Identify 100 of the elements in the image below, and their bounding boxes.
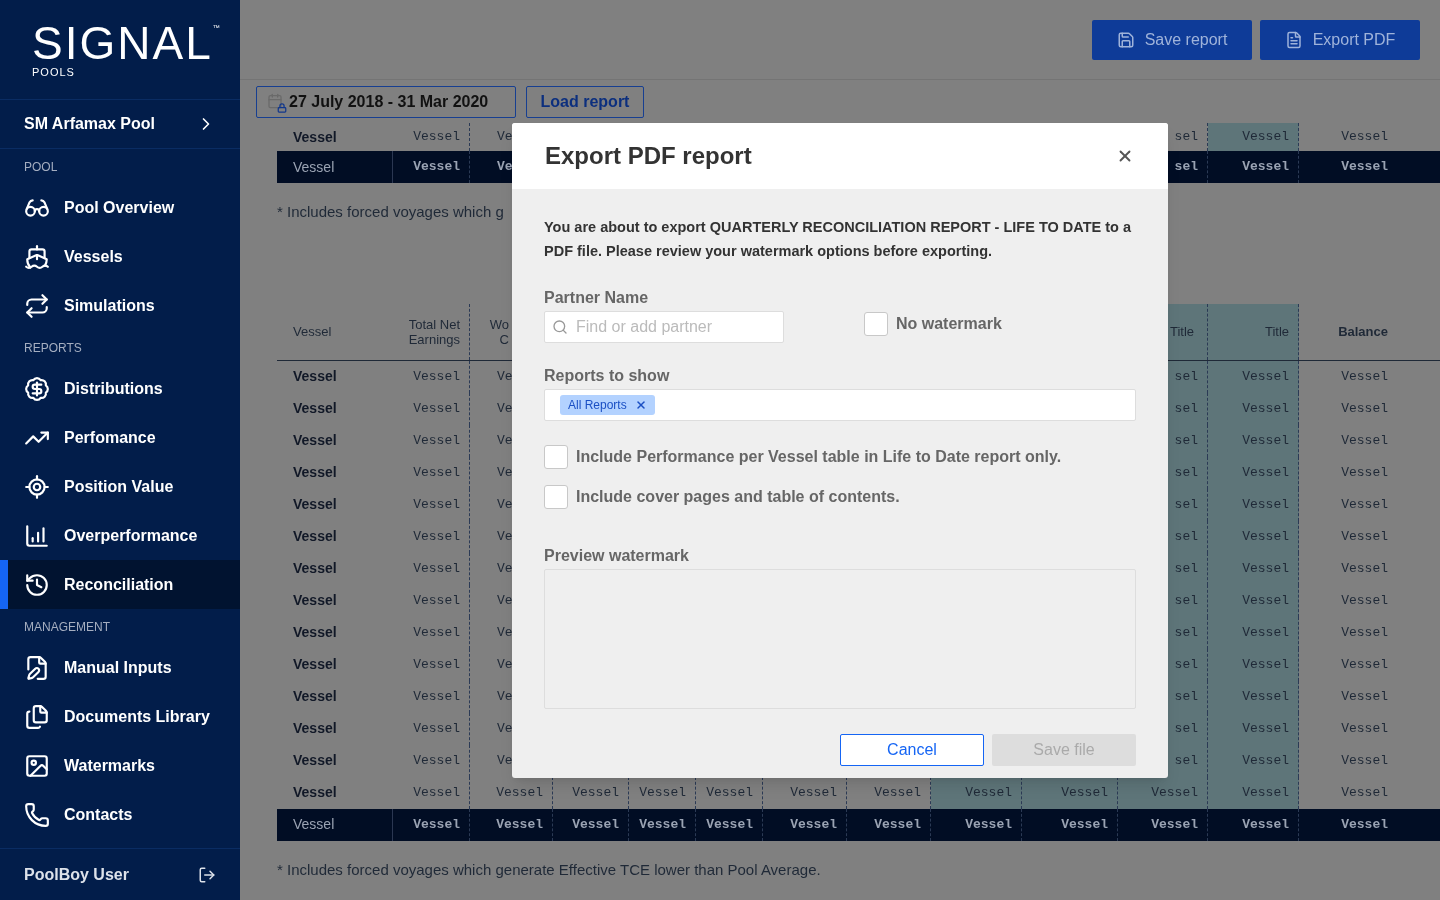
sidebar-item[interactable]: Vessels xyxy=(0,232,240,281)
partner-search-field[interactable]: Find or add partner xyxy=(544,311,784,343)
table-cell-text: Vessel xyxy=(874,815,921,834)
table-cell-text: Vessel xyxy=(1341,783,1388,802)
table-cell-text: Vessel xyxy=(1341,431,1388,450)
sidebar-item[interactable]: Pool Overview xyxy=(0,183,240,232)
table-cell-text: Ve xyxy=(497,527,513,546)
table-cell-text: Vessel xyxy=(413,623,460,642)
table-cell-text: Vessel xyxy=(1242,399,1289,418)
table-cell-text: Vessel xyxy=(1341,158,1388,177)
table-cell-text: Vessel xyxy=(572,815,619,834)
vessel-name: Vessel xyxy=(293,687,337,706)
table-cell-text: Vessel xyxy=(1341,655,1388,674)
sidebar-item[interactable]: Overperformance xyxy=(0,511,240,560)
crosshair-icon xyxy=(24,473,50,500)
sidebar-item[interactable]: Simulations xyxy=(0,281,240,330)
ship-icon xyxy=(24,243,50,270)
footnote: * Includes forced voyages which generate Effective TCE lower than Pool Average. xyxy=(277,859,821,880)
table-cell-text: Ve xyxy=(497,687,513,706)
table-cell-text: Vessel xyxy=(1242,367,1289,386)
table-cell-text: Vessel xyxy=(1242,591,1289,610)
table-cell-text: Vessel xyxy=(1341,751,1388,770)
vessel-name: Vessel xyxy=(293,431,337,450)
checkbox[interactable] xyxy=(864,312,888,336)
section-heading: MANAGEMENT xyxy=(23,619,110,636)
table-cell-text: Vessel xyxy=(1341,399,1388,418)
vessel-name: Vessel xyxy=(293,591,337,610)
table-cell-text: Vessel xyxy=(706,815,753,834)
sidebar-item[interactable]: Perfomance xyxy=(0,413,240,462)
table-cell-text: Vessel xyxy=(1341,815,1388,834)
table-cell-text: sel xyxy=(1174,655,1198,674)
vessel-name: Vessel xyxy=(293,655,337,674)
table-cell-text: Vessel xyxy=(572,783,619,802)
table-cell-text: Vessel xyxy=(1341,719,1388,738)
vessel-name: Vessel xyxy=(293,157,335,177)
cancel-button[interactable]: Cancel xyxy=(840,734,984,766)
column-header: Title xyxy=(1169,324,1194,339)
table-cell-text: Vessel xyxy=(1341,367,1388,386)
column-header: Total Net Earnings xyxy=(407,316,460,347)
table-cell-text: Vessel xyxy=(965,783,1012,802)
table-cell-text: sel xyxy=(1174,158,1198,177)
table-cell-text: Vessel xyxy=(1061,815,1108,834)
column-header: Wo C xyxy=(489,316,509,347)
table-cell-text: Vessel xyxy=(874,783,921,802)
table-cell-text: Ve xyxy=(497,158,513,177)
checkbox[interactable] xyxy=(544,445,568,469)
export-pdf-button[interactable]: Export PDF xyxy=(1260,19,1420,60)
table-cell-text: Vessel xyxy=(1242,559,1289,578)
repeat-arrows-icon xyxy=(24,292,50,319)
table-cell-text: Vessel xyxy=(413,463,460,482)
table-cell-text: Vessel xyxy=(413,399,460,418)
vessel-name: Vessel xyxy=(293,623,337,642)
checkbox-label: Include cover pages and table of contents. xyxy=(576,487,900,507)
dollar-icon xyxy=(24,375,50,402)
checkbox[interactable] xyxy=(544,485,568,509)
table-cell-text: sel xyxy=(1174,719,1198,738)
sidebar-item[interactable]: Documents Library xyxy=(0,692,240,741)
table-cell-text: Vessel xyxy=(706,783,753,802)
sidebar-item[interactable]: Contacts xyxy=(0,790,240,839)
table-cell-text: Vessel xyxy=(413,431,460,450)
logo-wordmark: SIGNAL xyxy=(32,20,213,66)
save-report-button[interactable]: Save report xyxy=(1092,19,1252,60)
sidebar-item[interactable]: Watermarks xyxy=(0,741,240,790)
vessel-name: Vessel xyxy=(293,751,337,770)
table-cell-text: Vessel xyxy=(1151,783,1198,802)
remove-icon[interactable] xyxy=(634,399,647,411)
vessel-name: Vessel xyxy=(293,815,335,834)
table-cell-text: sel xyxy=(1174,687,1198,706)
vessel-name: Vessel xyxy=(293,463,337,482)
table-cell-text: Vessel xyxy=(965,815,1012,834)
sidebar-item[interactable]: Position Value xyxy=(0,462,240,511)
table-cell-text: Ve xyxy=(497,463,513,482)
table-cell-text: sel xyxy=(1174,463,1198,482)
table-cell-text: Vessel xyxy=(1341,687,1388,706)
dialog-title: Export PDF report xyxy=(545,141,752,171)
column-header: Vessel xyxy=(293,324,332,339)
field-label: Partner Name xyxy=(544,288,649,308)
table-cell-text: sel xyxy=(1174,559,1198,578)
sidebar-item[interactable]: Manual Inputs xyxy=(0,643,240,692)
reports-select-field[interactable]: All Reports xyxy=(544,389,1136,421)
table-cell-text: Ve xyxy=(497,751,513,770)
document-pen-icon xyxy=(24,654,50,681)
table-cell-text: Vessel xyxy=(1341,559,1388,578)
table-cell-text: Vessel xyxy=(413,367,460,386)
checkbox-label: Include Performance per Vessel table in Life to Date report only. xyxy=(576,447,1062,467)
documents-icon xyxy=(24,703,50,730)
date-range-field[interactable]: 27 July 2018 - 31 Mar 2020 xyxy=(256,85,516,118)
sidebar-item[interactable]: Distributions xyxy=(0,364,240,413)
table-cell-text: Vessel xyxy=(1242,527,1289,546)
table-cell-text: Vessel xyxy=(413,783,460,802)
table-cell-text: Ve xyxy=(497,591,513,610)
sidebar-item[interactable]: Reconciliation xyxy=(0,560,240,609)
column-header: Title xyxy=(1264,324,1289,339)
table-cell-text: Ve xyxy=(497,399,513,418)
table-cell-text: Ve xyxy=(497,367,513,386)
table-cell-text: Vessel xyxy=(413,591,460,610)
table-cell-text: Vessel xyxy=(1242,128,1289,147)
table-cell-text: Vessel xyxy=(1242,158,1289,177)
vessel-name: Vessel xyxy=(293,783,337,802)
logout-icon[interactable] xyxy=(198,865,216,884)
